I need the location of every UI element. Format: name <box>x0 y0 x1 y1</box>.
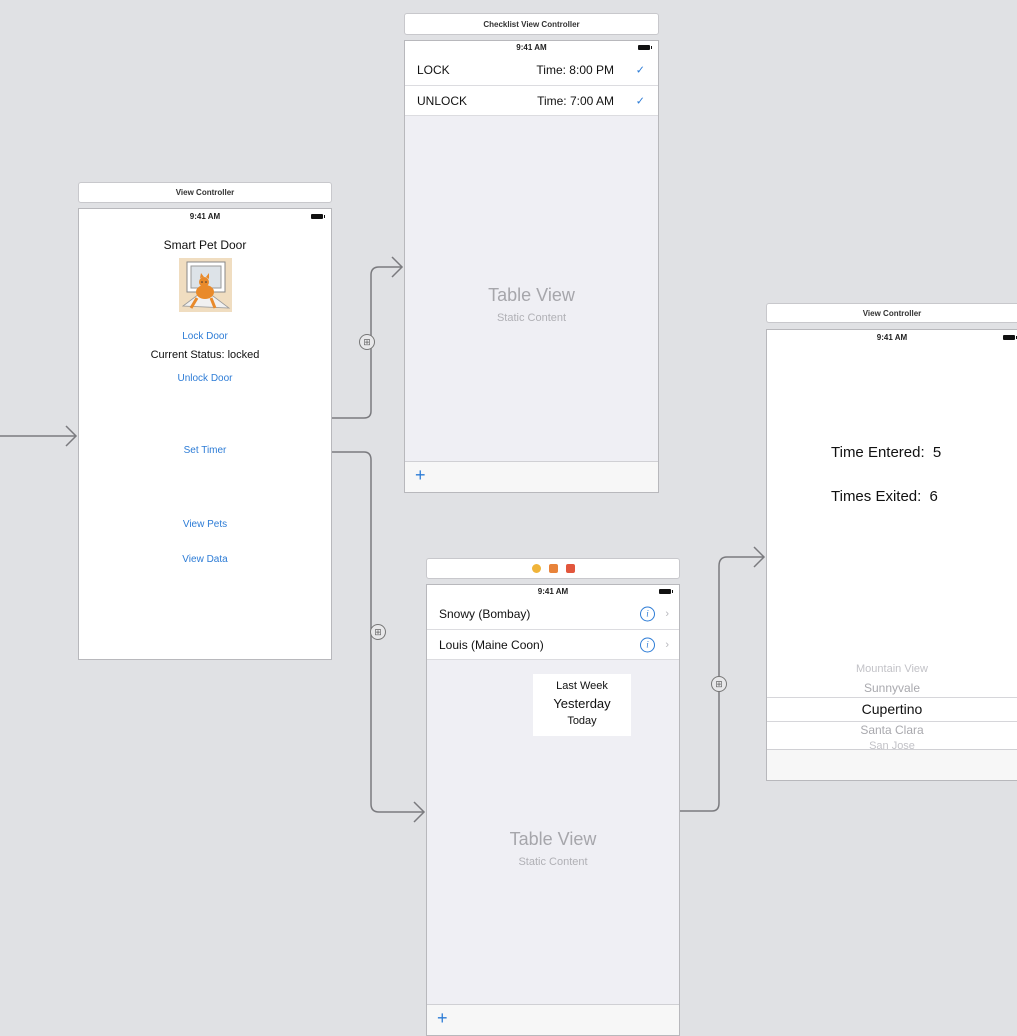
table-row[interactable]: Louis (Maine Coon) i › <box>427 630 679 660</box>
status-time: 9:41 AM <box>876 333 908 342</box>
view-controller-icon[interactable] <box>531 564 541 573</box>
checklist-scene-titlebar[interactable]: Checklist View Controller <box>404 13 659 35</box>
table-row[interactable]: LOCK Time: 8:00 PM ✓ <box>405 55 658 86</box>
status-time: 9:41 AM <box>189 212 221 221</box>
plus-icon[interactable]: + <box>415 465 426 486</box>
picker-item[interactable]: Today <box>533 715 631 727</box>
scene-dock-icons <box>531 564 575 573</box>
checkmark-icon: ✓ <box>635 95 645 107</box>
main-scene-title: View Controller <box>175 188 235 197</box>
view-data-button[interactable]: View Data <box>79 554 331 565</box>
table-row[interactable]: Snowy (Bombay) i › <box>427 599 679 630</box>
unlock-door-button[interactable]: Unlock Door <box>79 373 331 384</box>
main-scene-titlebar[interactable]: View Controller <box>78 182 332 203</box>
date-range-picker[interactable]: Last Week Yesterday Today <box>533 674 631 736</box>
page-title: Smart Pet Door <box>163 238 247 252</box>
toolbar: + <box>405 461 658 492</box>
row-label: UNLOCK <box>417 93 468 108</box>
segue-icon[interactable]: ⊞ <box>370 624 386 640</box>
row-label: LOCK <box>417 63 450 77</box>
table-view-placeholder-title: Table View <box>488 285 575 305</box>
row-label: Snowy (Bombay) <box>439 607 531 621</box>
segue-icon[interactable]: ⊞ <box>711 676 727 692</box>
pets-scene-titlebar[interactable] <box>426 558 680 579</box>
status-bar: 9:41 AM <box>427 585 679 599</box>
data-scene[interactable]: 9:41 AM Time Entered: 5 Times Exited: 6 … <box>766 329 1017 781</box>
first-responder-icon[interactable] <box>548 564 558 573</box>
status-time: 9:41 AM <box>537 587 569 596</box>
row-detail: Time: 8:00 PM <box>536 63 614 77</box>
times-entered-row: Time Entered: 5 <box>831 444 941 461</box>
view-pets-button[interactable]: View Pets <box>79 519 331 530</box>
status-bar: 9:41 AM <box>767 330 1017 346</box>
checklist-scene-title: Checklist View Controller <box>483 19 580 29</box>
toolbar <box>767 749 1017 780</box>
times-exited-label: Times Exited: <box>831 488 922 505</box>
times-exited-row: Times Exited: 6 <box>831 488 938 505</box>
battery-icon <box>638 45 652 50</box>
table-view-placeholder-subtitle: Static Content <box>518 856 588 868</box>
battery-icon <box>659 589 673 594</box>
set-timer-button[interactable]: Set Timer <box>79 445 331 456</box>
info-icon[interactable]: i <box>640 637 655 652</box>
status-time: 9:41 AM <box>516 43 547 52</box>
checklist-scene[interactable]: 9:41 AM LOCK Time: 8:00 PM ✓ UNLOCK Time… <box>404 40 659 493</box>
pets-scene[interactable]: 9:41 AM Snowy (Bombay) i › Louis (Maine … <box>426 584 680 1036</box>
times-entered-label: Time Entered: <box>831 444 925 461</box>
plus-icon[interactable]: + <box>437 1008 448 1029</box>
times-entered-value: 5 <box>932 444 942 461</box>
picker-item-selected[interactable]: Cupertino <box>767 701 1017 717</box>
row-detail: Time: 7:00 AM <box>537 93 614 108</box>
toolbar: + <box>427 1004 679 1035</box>
table-view-placeholder-title: Table View <box>509 829 597 849</box>
status-bar: 9:41 AM <box>79 209 331 225</box>
data-scene-title: View Controller <box>862 308 922 318</box>
info-icon[interactable]: i <box>640 606 655 622</box>
picker-item[interactable]: Sunnyvale <box>767 681 1017 695</box>
segue-icon[interactable]: ⊞ <box>359 334 375 350</box>
battery-icon <box>311 214 325 219</box>
picker-item-selected[interactable]: Yesterday <box>533 696 631 711</box>
picker-item[interactable]: Mountain View <box>767 663 1017 675</box>
picker-item[interactable]: Last Week <box>533 680 631 692</box>
battery-icon <box>1003 335 1017 340</box>
chevron-right-icon: › <box>665 608 669 620</box>
checkmark-icon: ✓ <box>635 64 645 77</box>
exit-icon[interactable] <box>565 564 575 573</box>
lock-door-button[interactable]: Lock Door <box>79 331 331 342</box>
current-status-label: Current Status: locked <box>150 349 260 361</box>
pet-door-image <box>179 258 232 312</box>
chevron-right-icon: › <box>665 638 669 651</box>
city-picker[interactable]: Mountain View Sunnyvale Cupertino Santa … <box>767 659 1017 751</box>
row-label: Louis (Maine Coon) <box>439 637 544 652</box>
data-scene-titlebar[interactable]: View Controller <box>766 303 1017 323</box>
table-view-placeholder-subtitle: Static Content <box>496 312 567 324</box>
status-bar: 9:41 AM <box>405 41 658 55</box>
table-row[interactable]: UNLOCK Time: 7:00 AM ✓ <box>405 86 658 116</box>
main-scene[interactable]: 9:41 AM Smart Pet Door Lock Door Current… <box>78 208 332 660</box>
picker-item[interactable]: Santa Clara <box>767 723 1017 737</box>
times-exited-value: 6 <box>929 488 938 505</box>
